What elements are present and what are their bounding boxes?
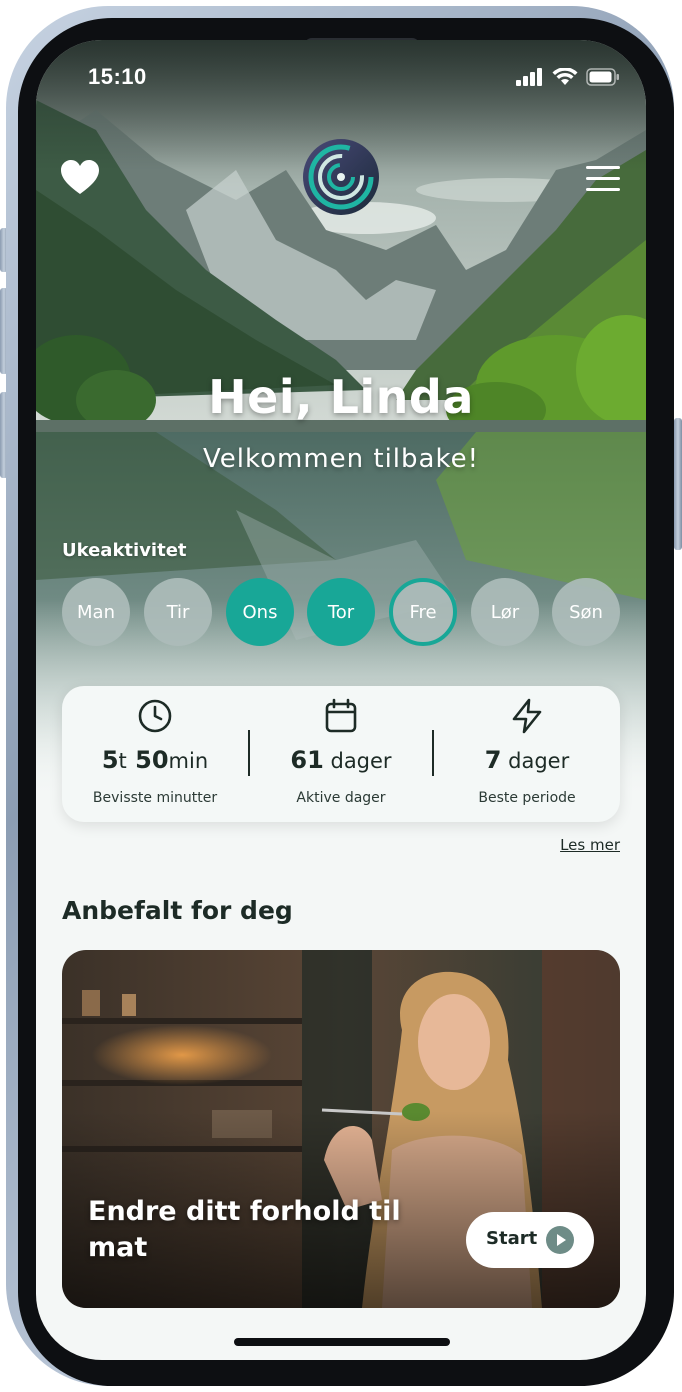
- stat-value: 61 dager: [248, 746, 434, 774]
- recommended-section-title: Anbefalt for deg: [62, 896, 293, 925]
- heart-icon[interactable]: [60, 158, 100, 198]
- greeting-title: Hei, Linda: [208, 370, 474, 424]
- stat-value-unit: min: [168, 749, 209, 773]
- stat-value-unit: t: [118, 749, 127, 773]
- stat-mindful-minutes: 5t 50min Bevisste minutter: [62, 686, 248, 822]
- stat-label: Beste periode: [478, 790, 576, 806]
- stat-value: 5t 50min: [62, 746, 248, 774]
- welcome-subtitle: Velkommen tilbake!: [202, 444, 480, 474]
- stat-value-unit: dager: [501, 749, 570, 773]
- power-button: [674, 418, 682, 550]
- stat-value: 7 dager: [434, 746, 620, 774]
- stat-label: Aktive dager: [296, 790, 386, 806]
- stat-value-number: 50: [126, 746, 169, 774]
- day-wednesday[interactable]: Ons: [226, 578, 294, 646]
- calendar-icon: [323, 698, 359, 734]
- recommended-card[interactable]: Endre ditt forhold til mat Start: [62, 950, 620, 1308]
- phone-device: 15:10 Hei, Linda Velkommen tilbake! Ukea…: [0, 0, 682, 1392]
- home-indicator[interactable]: [234, 1338, 450, 1346]
- day-label: Fre: [409, 601, 437, 623]
- play-icon: [546, 1226, 574, 1254]
- stat-value-number: 5: [101, 746, 119, 774]
- lightning-icon: [509, 698, 545, 734]
- clock-icon: [137, 698, 173, 734]
- start-button[interactable]: Start: [466, 1212, 594, 1268]
- battery-icon: [586, 68, 619, 86]
- stat-active-days: 61 dager Aktive dager: [248, 686, 434, 822]
- day-label: Ons: [242, 601, 278, 623]
- app-logo: [302, 138, 380, 216]
- wifi-icon: [552, 68, 578, 85]
- hamburger-menu-icon[interactable]: [586, 164, 622, 194]
- day-label: Tor: [327, 601, 355, 623]
- app-screen: 15:10 Hei, Linda Velkommen tilbake! Ukea…: [36, 40, 646, 1360]
- day-friday[interactable]: Fre: [389, 578, 457, 646]
- start-button-label: Start: [486, 1228, 538, 1249]
- week-activity-label: Ukeaktivitet: [62, 540, 187, 561]
- day-label: Lør: [490, 601, 520, 623]
- read-more-link[interactable]: Les mer: [560, 836, 620, 854]
- stat-best-streak: 7 dager Beste periode: [434, 686, 620, 822]
- recommended-card-title: Endre ditt forhold til mat: [88, 1196, 401, 1263]
- day-label: Tir: [166, 601, 190, 623]
- stats-card: 5t 50min Bevisste minutter 61 dager Akti…: [62, 686, 620, 822]
- stat-label: Bevisste minutter: [92, 790, 218, 806]
- status-icons: [516, 68, 620, 86]
- cellular-signal-icon: [516, 68, 542, 86]
- day-label: Man: [77, 601, 115, 623]
- day-label: Søn: [569, 601, 603, 623]
- day-tuesday[interactable]: Tir: [144, 578, 212, 646]
- day-thursday[interactable]: Tor: [307, 578, 375, 646]
- status-bar: 15:10: [36, 40, 646, 120]
- stat-value-number: 61: [290, 746, 324, 774]
- status-time: 15:10: [88, 64, 147, 89]
- day-monday[interactable]: Man: [62, 578, 130, 646]
- day-saturday[interactable]: Lør: [471, 578, 539, 646]
- stat-value-number: 7: [484, 746, 502, 774]
- week-activity-days: Man Tir Ons Tor Fre Lør Søn: [62, 578, 620, 648]
- stat-value-unit: dager: [323, 749, 392, 773]
- day-sunday[interactable]: Søn: [552, 578, 620, 646]
